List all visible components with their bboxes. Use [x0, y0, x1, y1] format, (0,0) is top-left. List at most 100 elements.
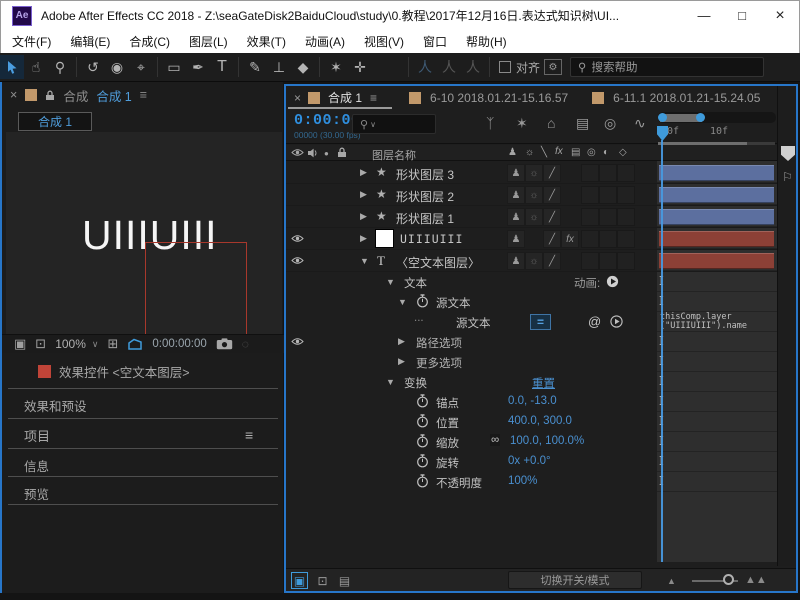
opacity-value[interactable]: 100% — [508, 475, 537, 487]
expand-in-out-icon[interactable]: ▤ — [336, 572, 353, 589]
rotation-label[interactable]: 旋转 — [436, 455, 459, 471]
rotate-tool-icon[interactable]: ↺ — [81, 55, 105, 79]
layer-row-3[interactable]: ▶ ★ 形状图层 1 ♟ ☼ ╱ — [286, 206, 777, 228]
audio-icon[interactable] — [307, 148, 318, 158]
show-snapshot-icon[interactable]: ◌ — [242, 337, 249, 351]
timeline-tab-close-icon[interactable]: × — [294, 91, 301, 105]
comp-marker-icon[interactable]: ⚐ — [782, 170, 793, 184]
source-text-label[interactable]: 源文本 — [436, 295, 471, 311]
switch-cell[interactable] — [618, 253, 634, 269]
maximize-button[interactable]: □ — [723, 2, 761, 30]
menu-item-composition[interactable]: 合成(C) — [129, 33, 170, 50]
stopwatch-icon[interactable] — [416, 414, 429, 428]
magnification-select[interactable]: 100% ∨ — [55, 337, 98, 351]
layer-duration-bar[interactable] — [659, 209, 774, 225]
layer-row-1[interactable]: ▶ ★ 形状图层 3 ♟ ☼ ╱ — [286, 162, 777, 184]
fx-switch[interactable]: fx — [562, 231, 578, 247]
expand-transfer-controls-icon[interactable]: ⊡ — [314, 572, 331, 589]
switch-cell[interactable] — [582, 209, 598, 225]
draft-3d-icon[interactable]: ✶ — [516, 115, 528, 132]
layer-row-5[interactable]: ▼ T 〈空文本图层〉 ♟ ☼ ╱ — [286, 250, 777, 272]
expand-arrow-icon[interactable]: ▶ — [360, 167, 367, 178]
opacity-label[interactable]: 不透明度 — [436, 475, 482, 491]
quality-switch[interactable]: ╱ — [544, 231, 560, 247]
clone-stamp-tool-icon[interactable]: ⊥ — [267, 55, 291, 79]
tab-comp-name[interactable]: 合成 1 — [96, 86, 131, 105]
multi-view-icon[interactable]: ▣ — [14, 336, 26, 352]
stopwatch-icon[interactable] — [416, 434, 429, 448]
playhead-line[interactable] — [661, 140, 663, 562]
timeline-tab-3[interactable]: 6-11.1 2018.01.21-15.24.05 — [613, 91, 760, 105]
info-panel-tab[interactable]: 信息 — [2, 452, 285, 478]
zoom-in-mountains-icon[interactable]: ▲▲ — [745, 574, 767, 586]
navigator-start-handle[interactable] — [658, 113, 667, 122]
eraser-tool-icon[interactable]: ◆ — [291, 55, 315, 79]
layer-duration-bar[interactable] — [659, 231, 774, 247]
composition-viewer[interactable]: UIIIUIII — [6, 132, 282, 334]
quality-column-icon[interactable]: ╲ — [541, 147, 547, 158]
shy-layers-icon[interactable]: ⌂ — [547, 115, 555, 131]
panel-menu-icon[interactable]: ≡ — [140, 88, 147, 102]
shy-switch[interactable]: ♟ — [508, 209, 524, 225]
type-tool-icon[interactable]: T — [210, 55, 234, 79]
opacity-row[interactable]: 不透明度 100% I — [286, 472, 777, 492]
motion-blur-icon[interactable]: ◎ — [604, 115, 616, 132]
roto-brush-tool-icon[interactable]: ✶ — [324, 55, 348, 79]
close-button[interactable]: × — [761, 2, 799, 30]
panel-close-icon[interactable]: × — [10, 88, 17, 102]
layer-duration-bar[interactable] — [659, 165, 774, 181]
collapse-switch[interactable]: ☼ — [526, 187, 542, 203]
pen-tool-icon[interactable]: ✒ — [186, 55, 210, 79]
quality-switch[interactable]: ╱ — [544, 187, 560, 203]
collapse-arrow-icon[interactable]: ▼ — [386, 277, 395, 287]
lock-icon[interactable] — [337, 147, 347, 158]
expand-arrow-icon[interactable]: ▶ — [360, 233, 367, 244]
switch-cell[interactable] — [582, 187, 598, 203]
frame-blend-column-icon[interactable]: ▤ — [571, 147, 580, 158]
transform-group-row[interactable]: ▼ 变换 重置 I — [286, 372, 777, 392]
timeline-tab-2[interactable]: 6-10 2018.01.21-15.16.57 — [430, 91, 568, 105]
scale-row[interactable]: 缩放 ∞ 100.0, 100.0% I — [286, 432, 777, 452]
layer-name[interactable]: UIIIUIII — [400, 232, 463, 246]
layer-name-column-header[interactable]: 图层名称 — [372, 147, 416, 163]
collapse-arrow-icon[interactable]: ▼ — [386, 377, 395, 387]
text-group-label[interactable]: 文本 — [404, 275, 427, 291]
stopwatch-icon[interactable] — [416, 474, 429, 488]
menu-item-layer[interactable]: 图层(L) — [189, 33, 228, 50]
project-panel-tab[interactable]: 项目 ≡ — [2, 422, 285, 448]
eye-icon[interactable] — [291, 337, 304, 346]
help-search-input[interactable]: ⚲ 搜索帮助 — [570, 57, 764, 77]
monitor-icon[interactable]: ⊡ — [35, 336, 46, 352]
quality-switch[interactable]: ╱ — [544, 209, 560, 225]
layer-row-4[interactable]: ▶ UIIIUIII ♟ ╱ fx — [286, 228, 777, 250]
puppet-pin-tool-icon[interactable]: ✛ — [348, 55, 372, 79]
effect-controls-panel-tab[interactable]: 效果控件 <空文本图层> — [2, 358, 285, 384]
enable-expression-icon[interactable]: = — [530, 314, 551, 330]
timeline-tab-active[interactable]: 合成 1 — [328, 89, 362, 106]
switch-cell[interactable] — [600, 209, 616, 225]
quality-switch[interactable]: ╱ — [544, 253, 560, 269]
region-of-interest-icon[interactable]: ⊞ — [108, 336, 119, 352]
path-options-label[interactable]: 路径选项 — [416, 335, 462, 351]
collapse-switch[interactable]: ☼ — [526, 165, 542, 181]
path-options-row[interactable]: ▶ 路径选项 I — [286, 332, 777, 352]
stopwatch-icon[interactable] — [416, 394, 429, 408]
shy-switch[interactable]: ♟ — [508, 253, 524, 269]
shy-switch[interactable]: ♟ — [508, 187, 524, 203]
switch-cell[interactable] — [600, 187, 616, 203]
switch-cell[interactable] — [618, 231, 634, 247]
switch-cell[interactable] — [582, 231, 598, 247]
anchor-point-row[interactable]: 锚点 0.0, -13.0 I — [286, 392, 777, 412]
zoom-tool-icon[interactable]: ⚲ — [48, 55, 72, 79]
collapse-arrow-icon[interactable]: ▼ — [360, 256, 369, 266]
expand-arrow-icon[interactable]: ▶ — [398, 356, 405, 367]
anchor-label[interactable]: 锚点 — [436, 395, 459, 411]
quality-switch[interactable]: ╱ — [544, 165, 560, 181]
reset-link[interactable]: 重置 — [532, 375, 555, 391]
expression-row[interactable]: ... 源文本 = @ thisComp.layer ("UIIIUIII").… — [286, 312, 777, 332]
layer-name[interactable]: 形状图层 2 — [396, 188, 454, 205]
collapse-arrow-icon[interactable]: ▼ — [398, 297, 407, 307]
snapping-options-icon[interactable]: ⚙ — [544, 59, 562, 75]
text-group-row[interactable]: ▼ 文本 动画: I — [286, 272, 777, 292]
navigator-end-handle[interactable] — [696, 113, 705, 122]
